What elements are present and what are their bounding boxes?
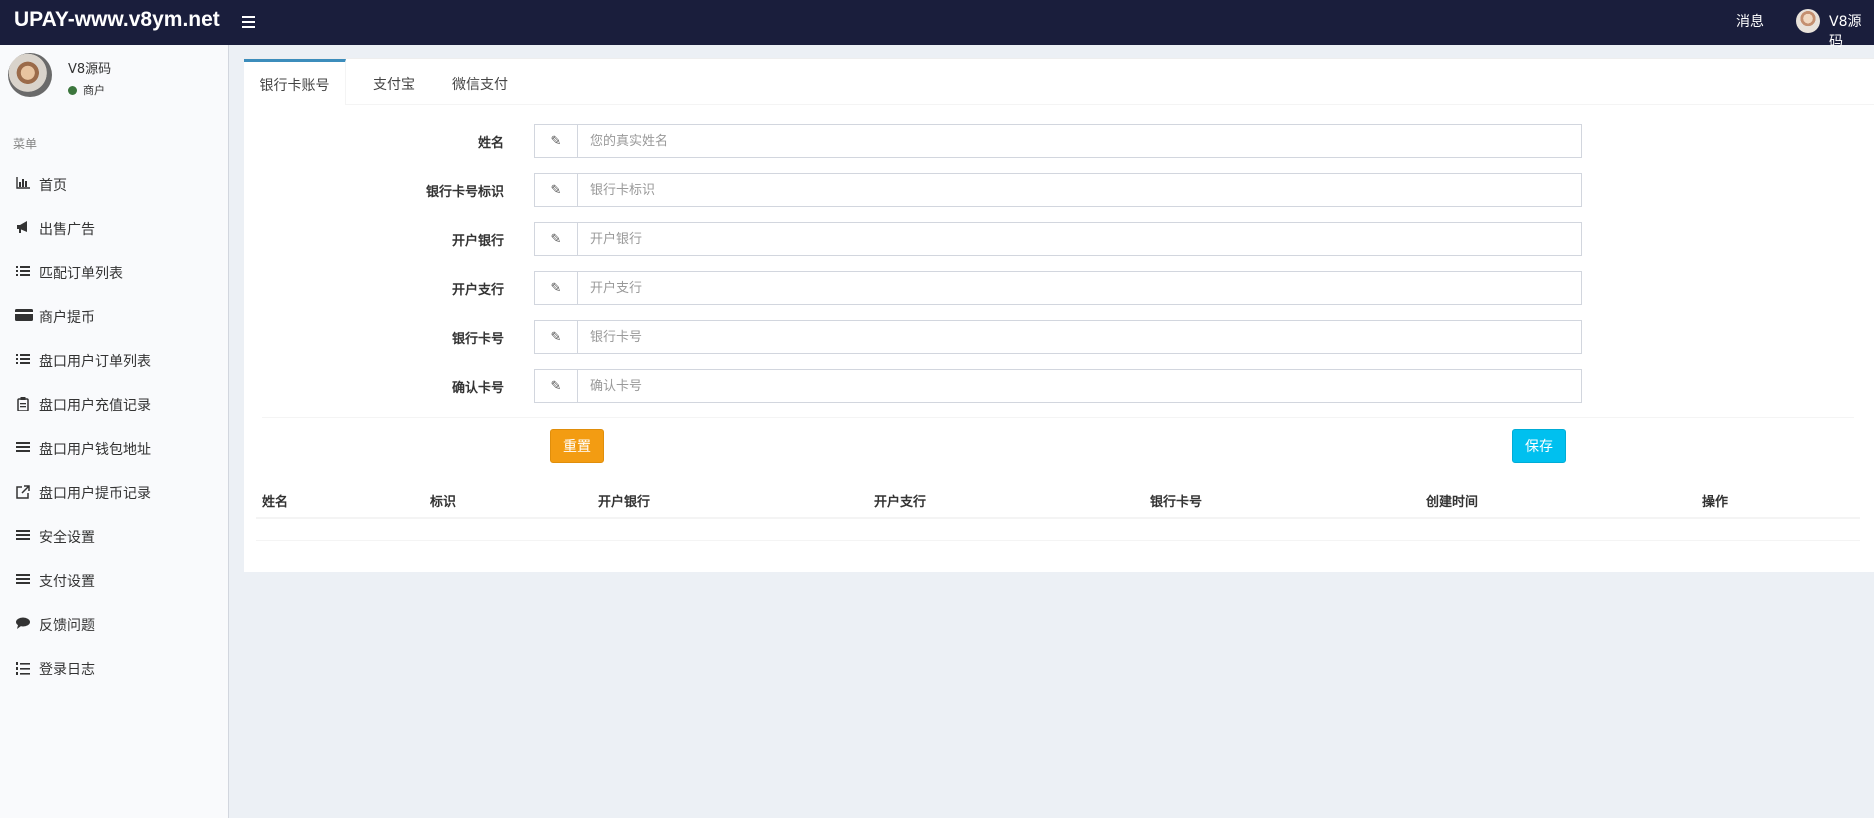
branch-input[interactable] [577, 271, 1582, 305]
field-label: 确认卡号 [451, 381, 504, 396]
bars-icon [15, 529, 31, 543]
list-ol-icon [15, 661, 31, 675]
sidebar-item-login-log[interactable]: 登录日志 [0, 648, 228, 688]
sidebar-item-feedback[interactable]: 反馈问题 [0, 604, 228, 644]
sidebar-avatar [8, 53, 52, 97]
form-row-confirm-card: 确认卡号 ✎ [244, 369, 1874, 403]
sidebar-item-user-recharge[interactable]: 盘口用户充值记录 [0, 384, 228, 424]
sidebar: V8源码 商户 菜单 首页 出售广告 匹配订单列表 商户提币 盘口用户订单列表 [0, 45, 229, 818]
save-button[interactable]: 保存 [1512, 429, 1566, 463]
sidebar-item-label: 匹配订单列表 [39, 266, 123, 282]
pencil-icon: ✎ [534, 124, 578, 158]
sidebar-item-label: 支付设置 [39, 574, 95, 590]
card-number-input[interactable] [577, 320, 1582, 354]
column-header: 开户支行 [874, 495, 927, 510]
column-header: 操作 [1702, 495, 1729, 510]
status-label: 商户 [83, 84, 105, 97]
field-label: 开户银行 [451, 234, 504, 249]
reset-button[interactable]: 重置 [550, 429, 604, 463]
sidebar-item-matched-orders[interactable]: 匹配订单列表 [0, 252, 228, 292]
sidebar-item-label: 登录日志 [39, 662, 95, 678]
menu-header: 菜单 [13, 137, 38, 151]
bars-icon [15, 573, 31, 587]
pencil-icon: ✎ [534, 222, 578, 256]
form-row-card-label: 银行卡号标识 ✎ [244, 173, 1874, 207]
column-header: 开户银行 [598, 495, 651, 510]
bullhorn-icon [15, 221, 31, 235]
sidebar-item-label: 出售广告 [39, 222, 95, 238]
sidebar-item-label: 商户提币 [39, 310, 95, 326]
sidebar-user-status: 商户 [68, 82, 105, 98]
form-row-bank: 开户银行 ✎ [244, 222, 1874, 256]
sidebar-item-home[interactable]: 首页 [0, 164, 228, 204]
field-label: 银行卡号 [451, 332, 504, 347]
tab-alipay[interactable]: 支付宝 [356, 59, 432, 105]
header-user-name[interactable]: V8源码 [1829, 11, 1874, 51]
pencil-icon: ✎ [534, 271, 578, 305]
column-header: 银行卡号 [1150, 495, 1203, 510]
list-icon [15, 353, 31, 367]
pencil-icon: ✎ [534, 173, 578, 207]
bars-icon [15, 441, 31, 455]
sidebar-item-sell-ads[interactable]: 出售广告 [0, 208, 228, 248]
column-header: 标识 [430, 495, 457, 510]
field-label: 开户支行 [451, 283, 504, 298]
sidebar-item-user-withdraw[interactable]: 盘口用户提币记录 [0, 472, 228, 512]
sidebar-item-user-orders[interactable]: 盘口用户订单列表 [0, 340, 228, 380]
table-header-row: 姓名 标识 开户银行 开户支行 银行卡号 创建时间 操作 [256, 479, 1860, 519]
card-label-input[interactable] [577, 173, 1582, 207]
external-link-icon [15, 485, 31, 499]
sidebar-item-label: 盘口用户提币记录 [39, 486, 151, 502]
tab-bank-card[interactable]: 银行卡账号 [244, 59, 346, 105]
pencil-icon: ✎ [534, 369, 578, 403]
sidebar-item-label: 盘口用户订单列表 [39, 354, 151, 370]
clipboard-icon [15, 397, 31, 412]
form-divider [262, 417, 1854, 418]
form-row-branch: 开户支行 ✎ [244, 271, 1874, 305]
sidebar-item-label: 反馈问题 [39, 618, 95, 634]
sidebar-item-payment-settings[interactable]: 支付设置 [0, 560, 228, 600]
logo[interactable]: UPAY-www.v8ym.net [14, 8, 220, 32]
sidebar-item-label: 首页 [39, 178, 67, 194]
sidebar-item-label: 安全设置 [39, 530, 95, 546]
sidebar-item-user-wallet[interactable]: 盘口用户钱包地址 [0, 428, 228, 468]
credit-card-icon [15, 309, 33, 323]
bar-chart-icon [15, 177, 31, 191]
form-row-card-number: 银行卡号 ✎ [244, 320, 1874, 354]
field-label: 银行卡号标识 [425, 185, 504, 200]
bank-input[interactable] [577, 222, 1582, 256]
comment-icon [15, 617, 31, 631]
field-label: 姓名 [477, 136, 504, 151]
sidebar-toggle-icon[interactable] [242, 12, 256, 32]
list-icon [15, 265, 31, 279]
sidebar-user-name: V8源码 [68, 62, 112, 77]
sidebar-item-label: 盘口用户充值记录 [39, 398, 151, 414]
sidebar-item-merchant-withdraw[interactable]: 商户提币 [0, 296, 228, 336]
confirm-card-input[interactable] [577, 369, 1582, 403]
pencil-icon: ✎ [534, 320, 578, 354]
sidebar-item-label: 盘口用户钱包地址 [39, 442, 151, 458]
tab-wechat-pay[interactable]: 微信支付 [440, 59, 520, 105]
top-navbar: UPAY-www.v8ym.net 消息 V8源码 [0, 0, 1874, 50]
sidebar-item-security[interactable]: 安全设置 [0, 516, 228, 556]
payment-tabs: 银行卡账号 支付宝 微信支付 [244, 59, 1874, 105]
form-row-name: 姓名 ✎ [244, 124, 1874, 158]
online-status-icon [68, 86, 77, 95]
name-input[interactable] [577, 124, 1582, 158]
column-header: 创建时间 [1426, 495, 1479, 510]
bank-account-panel: 银行卡账号 支付宝 微信支付 姓名 ✎ 银行卡号标识 ✎ 开户银行 ✎ 开户支行… [244, 58, 1874, 572]
table-body [256, 519, 1860, 541]
column-header: 姓名 [262, 495, 289, 510]
messages-link[interactable]: 消息 [1736, 11, 1764, 31]
header-avatar[interactable] [1796, 9, 1820, 33]
